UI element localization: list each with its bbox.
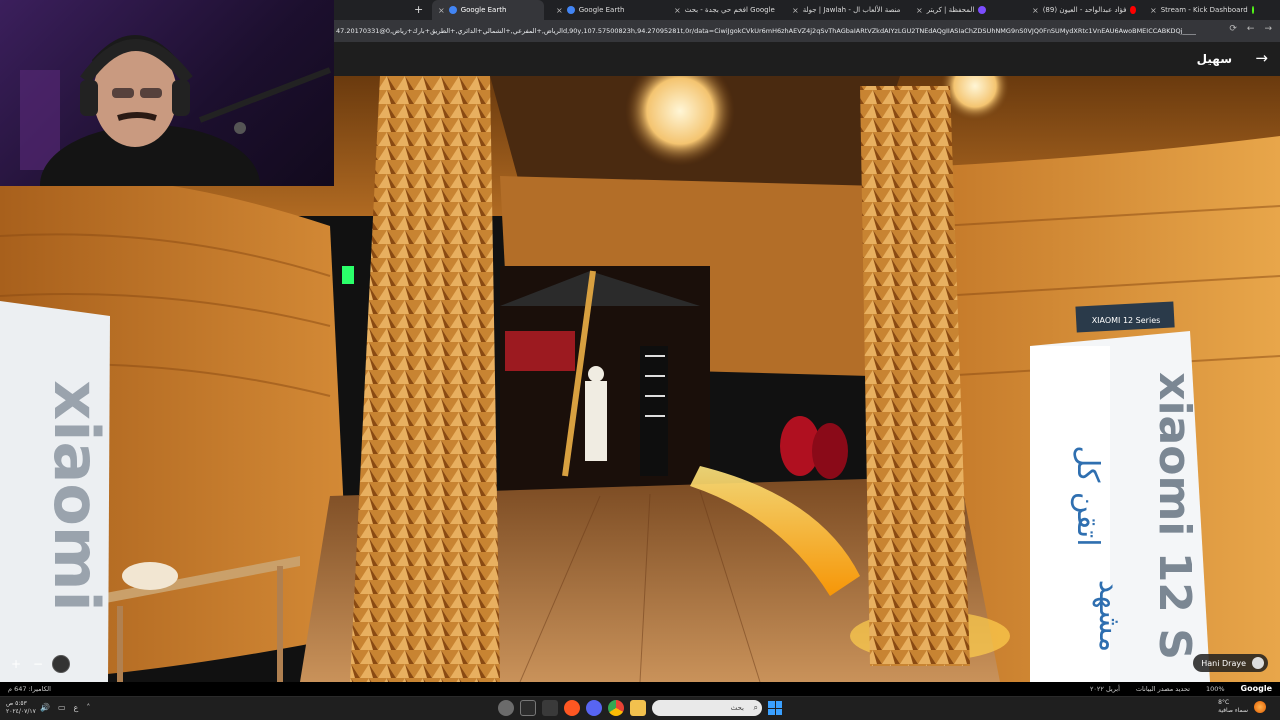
kick-favicon-icon	[1251, 6, 1254, 14]
compass-button[interactable]	[52, 655, 70, 673]
weather-desc: سماء صافية	[1218, 707, 1248, 714]
tab-kick-dashboard[interactable]: × Stream - Kick Dashboard	[1144, 0, 1260, 20]
photo-credit-chip[interactable]: Hani Draye	[1193, 654, 1268, 672]
tab-title: Google Earth	[460, 6, 507, 14]
close-icon[interactable]: ×	[1032, 6, 1039, 15]
calculator-app-icon[interactable]	[542, 700, 558, 716]
chevron-up-icon[interactable]: ˄	[86, 703, 90, 712]
close-icon[interactable]: ×	[792, 6, 799, 15]
taskbar-search-input[interactable]: بحث ⌕	[652, 700, 762, 716]
zoom-in-button[interactable]: +	[8, 656, 24, 672]
place-title: سهيل	[1196, 52, 1232, 66]
tab-title: المحفظة | كريتر	[926, 6, 975, 14]
close-icon[interactable]: ×	[674, 6, 681, 15]
windows-start-icon[interactable]	[768, 701, 782, 715]
language-indicator[interactable]: ع	[74, 703, 79, 712]
photo-credit-name: Hani Draye	[1201, 658, 1246, 668]
streamer-image	[20, 35, 332, 186]
forward-icon[interactable]: →	[1264, 24, 1272, 34]
clock-time: ٥:٥٣ ص	[6, 700, 27, 707]
new-tab-button[interactable]: +	[414, 3, 423, 16]
back-icon[interactable]: ←	[1247, 24, 1255, 34]
avatar	[1252, 657, 1264, 669]
imagery-date: أبريل ٢٠٢٢	[1089, 685, 1120, 693]
close-icon[interactable]: ×	[556, 6, 563, 15]
sign-right-arabic-2: مشهد	[1092, 580, 1127, 652]
clock-date: ٢٠٢٤/٠٧/١٧	[6, 708, 36, 715]
tab-google-search[interactable]: × افخم حي بجدة - بحث Google	[668, 0, 780, 20]
tab-google-earth[interactable]: × Google Earth	[550, 0, 662, 20]
wallet-favicon-icon	[978, 6, 987, 14]
tab-youtube[interactable]: × (89) فؤاد عبدالواحد - العيون	[1026, 0, 1142, 20]
sign-right-arabic-1: اتقن كل	[1070, 445, 1105, 546]
earth-favicon-icon	[448, 6, 457, 14]
tab-title: افخم حي بجدة - بحث Google	[684, 6, 775, 14]
status-right: أبريل ٢٠٢٢ تحديد مصدر البيانات 100% Goog…	[1089, 684, 1272, 693]
weather-widget[interactable]: 8°C سماء صافية	[1218, 699, 1266, 715]
tab-title: جولة | Jawlah - منصة الألعاب ال	[802, 6, 901, 14]
tab-title: Stream - Kick Dashboard	[1160, 6, 1248, 14]
reload-icon[interactable]: ⟳	[1229, 24, 1237, 34]
zoom-percent: 100%	[1205, 685, 1225, 693]
obs-app-icon[interactable]	[498, 700, 514, 716]
data-source-link[interactable]: تحديد مصدر البيانات	[1136, 685, 1190, 693]
zoom-controls: + −	[8, 655, 70, 673]
firefox-app-icon[interactable]	[564, 700, 580, 716]
webcam-overlay	[0, 0, 334, 186]
tab-jawlah[interactable]: × جولة | Jawlah - منصة الألعاب ال	[786, 0, 904, 20]
sign-right-brand: xiaomi 12 S	[1149, 372, 1200, 660]
search-icon: ⌕	[753, 703, 758, 712]
system-tray: 🔊 ▭ ع ˄	[40, 703, 90, 712]
url-field[interactable]: 47.20170331@الرياض,+المفرعي,+الشمالي+الد…	[336, 24, 1196, 38]
back-arrow-icon[interactable]: →	[1255, 49, 1268, 67]
person-figure	[585, 381, 607, 461]
capcut-app-icon[interactable]	[520, 700, 536, 716]
earth-favicon-icon	[566, 6, 575, 14]
youtube-favicon-icon	[1130, 6, 1136, 14]
google-logo: Google	[1240, 684, 1272, 693]
close-icon[interactable]: ×	[438, 6, 445, 15]
sign-top-text: XIAOMI 12 Series	[1092, 316, 1161, 325]
address-bar-actions: ⟳ ← →	[1229, 24, 1272, 34]
close-icon[interactable]: ×	[916, 6, 923, 15]
search-placeholder: بحث	[730, 704, 744, 712]
camera-altitude: الكاميرا: 647 م	[8, 685, 51, 693]
windows-taskbar: ٥:٥٣ ص ٢٠٢٤/٠٧/١٧ 🔊 ▭ ع ˄ بحث ⌕ 8°C سماء…	[0, 696, 1280, 720]
earth-status-bar: الكاميرا: 647 م أبريل ٢٠٢٢ تحديد مصدر ال…	[0, 682, 1280, 696]
sign-left-text: xiaomi	[40, 380, 113, 612]
tab-crater-wallet[interactable]: × المحفظة | كريتر	[910, 0, 1022, 20]
tab-title: Google Earth	[578, 6, 625, 14]
clock[interactable]: ٥:٥٣ ص ٢٠٢٤/٠٧/١٧	[6, 700, 36, 716]
tab-google-earth-active[interactable]: × Google Earth	[432, 0, 544, 20]
file-explorer-icon[interactable]	[630, 700, 646, 716]
tab-title: (89) فؤاد عبدالواحد - العيون	[1042, 6, 1127, 14]
discord-app-icon[interactable]	[586, 700, 602, 716]
weather-sun-icon	[1254, 701, 1266, 713]
network-icon[interactable]: ▭	[58, 703, 66, 712]
taskbar-apps: بحث ⌕	[498, 700, 782, 716]
volume-icon[interactable]: 🔊	[40, 703, 50, 712]
screen: + × Google Earth × Google Earth × افخم ح…	[0, 0, 1280, 720]
weather-temp: 8°C	[1218, 699, 1230, 706]
close-icon[interactable]: ×	[1150, 6, 1157, 15]
zoom-out-button[interactable]: −	[30, 656, 46, 672]
chrome-app-icon[interactable]	[608, 700, 624, 716]
